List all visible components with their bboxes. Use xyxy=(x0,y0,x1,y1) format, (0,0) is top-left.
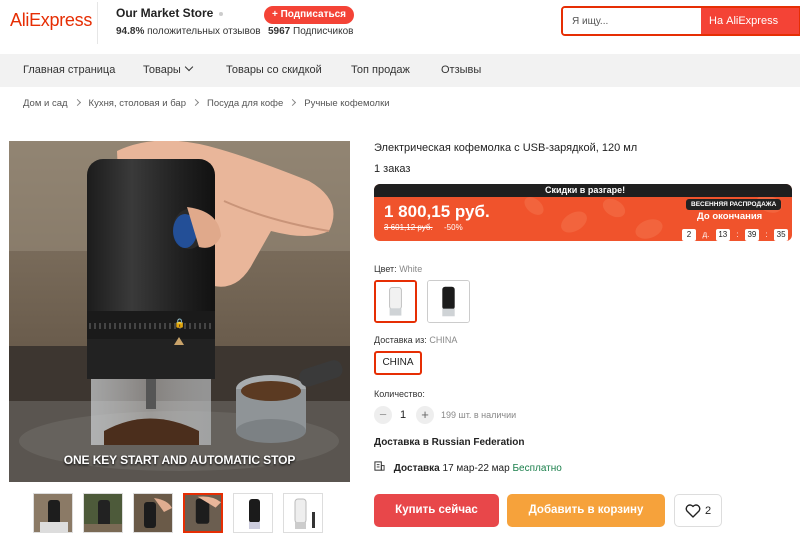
wishlist-button[interactable]: 2 xyxy=(674,494,722,527)
chevron-down-icon xyxy=(184,62,194,72)
quantity-label: Количество: xyxy=(374,389,425,399)
sale-headline-bar: Скидки в разгаре! xyxy=(374,184,792,197)
delivery-destination[interactable]: Доставка в Russian Federation xyxy=(374,437,524,448)
thumbnail-image xyxy=(84,494,122,532)
chevron-right-icon xyxy=(191,98,200,107)
positive-feedback-percent: 94.8% xyxy=(116,26,145,37)
buy-now-button[interactable]: Купить сейчас xyxy=(374,494,499,527)
store-status-dot-icon xyxy=(219,11,224,16)
countdown-seconds: 35 xyxy=(774,229,789,241)
nav-item-products-label: Товары xyxy=(143,64,181,76)
delivery-info: Доставка 17 мар-22 мар Бесплатно xyxy=(374,461,562,474)
breadcrumb-item[interactable]: Дом и сад xyxy=(23,98,68,109)
main-product-image[interactable]: 🔒 ONE KEY START AND AUTOMATIC STOP xyxy=(9,141,350,482)
nav-item-discounted[interactable]: Товары со скидкой xyxy=(226,64,322,76)
old-price: 3 601,12 руб. xyxy=(384,223,433,232)
chevron-right-icon xyxy=(289,98,297,107)
thumbnail[interactable] xyxy=(133,493,173,533)
ship-from-value: CHINA xyxy=(429,335,458,345)
quantity-decrease-button[interactable]: − xyxy=(374,406,392,424)
header-divider xyxy=(97,2,98,44)
store-rating: 94.8% положительных отзывов xyxy=(116,26,261,37)
aliexpress-logo[interactable]: AliExpress xyxy=(10,10,92,31)
ship-from-label-text: Доставка из: xyxy=(374,335,427,345)
color-label: Цвет: White xyxy=(374,264,422,274)
color-variant-black[interactable] xyxy=(427,280,470,323)
store-name[interactable]: Our Market Store xyxy=(116,6,213,20)
thumbnail-image xyxy=(134,494,172,532)
chevron-right-icon xyxy=(73,98,81,107)
positive-feedback-label: положительных отзывов xyxy=(147,26,261,37)
orders-count: 1 заказ xyxy=(374,163,411,175)
subscribe-button[interactable]: + Подписаться xyxy=(264,6,355,24)
breadcrumb-item[interactable]: Ручные кофемолки xyxy=(304,98,389,109)
sale-headline: Скидки в разгаре! xyxy=(545,185,626,195)
countdown-separator: : xyxy=(736,230,739,239)
countdown-minutes: 39 xyxy=(744,229,759,241)
store-subscribers: 5967 Подписчиков xyxy=(268,26,353,37)
product-title: Электрическая кофемолка с USB-зарядкой, … xyxy=(374,142,638,154)
color-value: White xyxy=(399,264,423,274)
search-input[interactable] xyxy=(563,8,701,34)
delivery-box-icon xyxy=(374,461,385,471)
store-name-link[interactable]: Our Market Store xyxy=(116,6,224,20)
thumbnail[interactable] xyxy=(233,493,273,533)
search-button[interactable]: На AliExpress xyxy=(701,8,799,34)
add-to-cart-button[interactable]: Добавить в корзину xyxy=(507,494,665,527)
variant-white-image xyxy=(376,282,415,321)
spring-sale-badge: ВЕСЕННЯЯ РАСПРОДАЖА xyxy=(686,199,782,210)
thumbnail-image xyxy=(34,494,72,532)
wishlist-count: 2 xyxy=(705,505,712,517)
thumbnail[interactable] xyxy=(283,493,323,533)
grinder-photo: 🔒 xyxy=(9,141,350,482)
countdown-label: До окончания xyxy=(697,211,763,222)
ship-from-option-china[interactable]: CHINA xyxy=(374,351,422,375)
thumbnail-active[interactable] xyxy=(183,493,223,533)
color-variant-white[interactable] xyxy=(374,280,417,323)
countdown-days: 2 xyxy=(682,229,696,241)
search-box: На AliExpress xyxy=(561,6,800,36)
svg-text:🔒: 🔒 xyxy=(174,318,185,329)
heart-icon xyxy=(685,504,701,518)
breadcrumb: Дом и сад Кухня, столовая и бар Посуда для… xyxy=(23,98,390,109)
image-caption: ONE KEY START AND AUTOMATIC STOP xyxy=(63,453,296,467)
nav-item-products[interactable]: Товары xyxy=(143,62,194,76)
breadcrumb-item[interactable]: Кухня, столовая и бар xyxy=(89,98,186,109)
countdown-separator: : xyxy=(765,230,768,239)
thumbnail[interactable] xyxy=(33,493,73,533)
thumbnail[interactable] xyxy=(83,493,123,533)
breadcrumb-item[interactable]: Посуда для кофе xyxy=(207,98,283,109)
thumbnail-image xyxy=(185,495,221,531)
discount-percent: -50% xyxy=(444,223,463,232)
sale-banner: Скидки в разгаре! 1 800,15 руб. 3 601,12… xyxy=(374,184,792,241)
thumbnail-image xyxy=(234,494,272,532)
subscribers-label: Подписчиков xyxy=(293,26,354,37)
variant-black-image xyxy=(428,281,469,322)
delivery-price: Бесплатно xyxy=(512,463,562,474)
store-nav: Главная страница Товары Товары со скидко… xyxy=(0,54,800,87)
countdown-hours: 13 xyxy=(715,229,730,241)
color-label-text: Цвет: xyxy=(374,264,397,274)
stock-available: 199 шт. в наличии xyxy=(441,410,517,420)
sale-price: 1 800,15 руб. xyxy=(384,202,490,221)
nav-item-reviews[interactable]: Отзывы xyxy=(441,64,481,76)
delivery-label: Доставка xyxy=(393,463,440,474)
nav-item-top-sales[interactable]: Топ продаж xyxy=(351,64,410,76)
nav-item-home[interactable]: Главная страница xyxy=(23,64,115,76)
subscribers-count: 5967 xyxy=(268,26,291,37)
countdown-days-unit: д. xyxy=(702,230,710,239)
quantity-increase-button[interactable]: + xyxy=(416,406,434,424)
delivery-dates: 17 мар-22 мар xyxy=(442,463,510,474)
countdown-timer: 2 д. 13 : 39 : 35 xyxy=(682,224,789,241)
thumbnail-image xyxy=(284,494,322,532)
ship-from-label: Доставка из: CHINA xyxy=(374,335,457,345)
store-header: AliExpress Our Market Store 94.8% положи… xyxy=(0,0,800,54)
quantity-value[interactable]: 1 xyxy=(400,409,406,421)
